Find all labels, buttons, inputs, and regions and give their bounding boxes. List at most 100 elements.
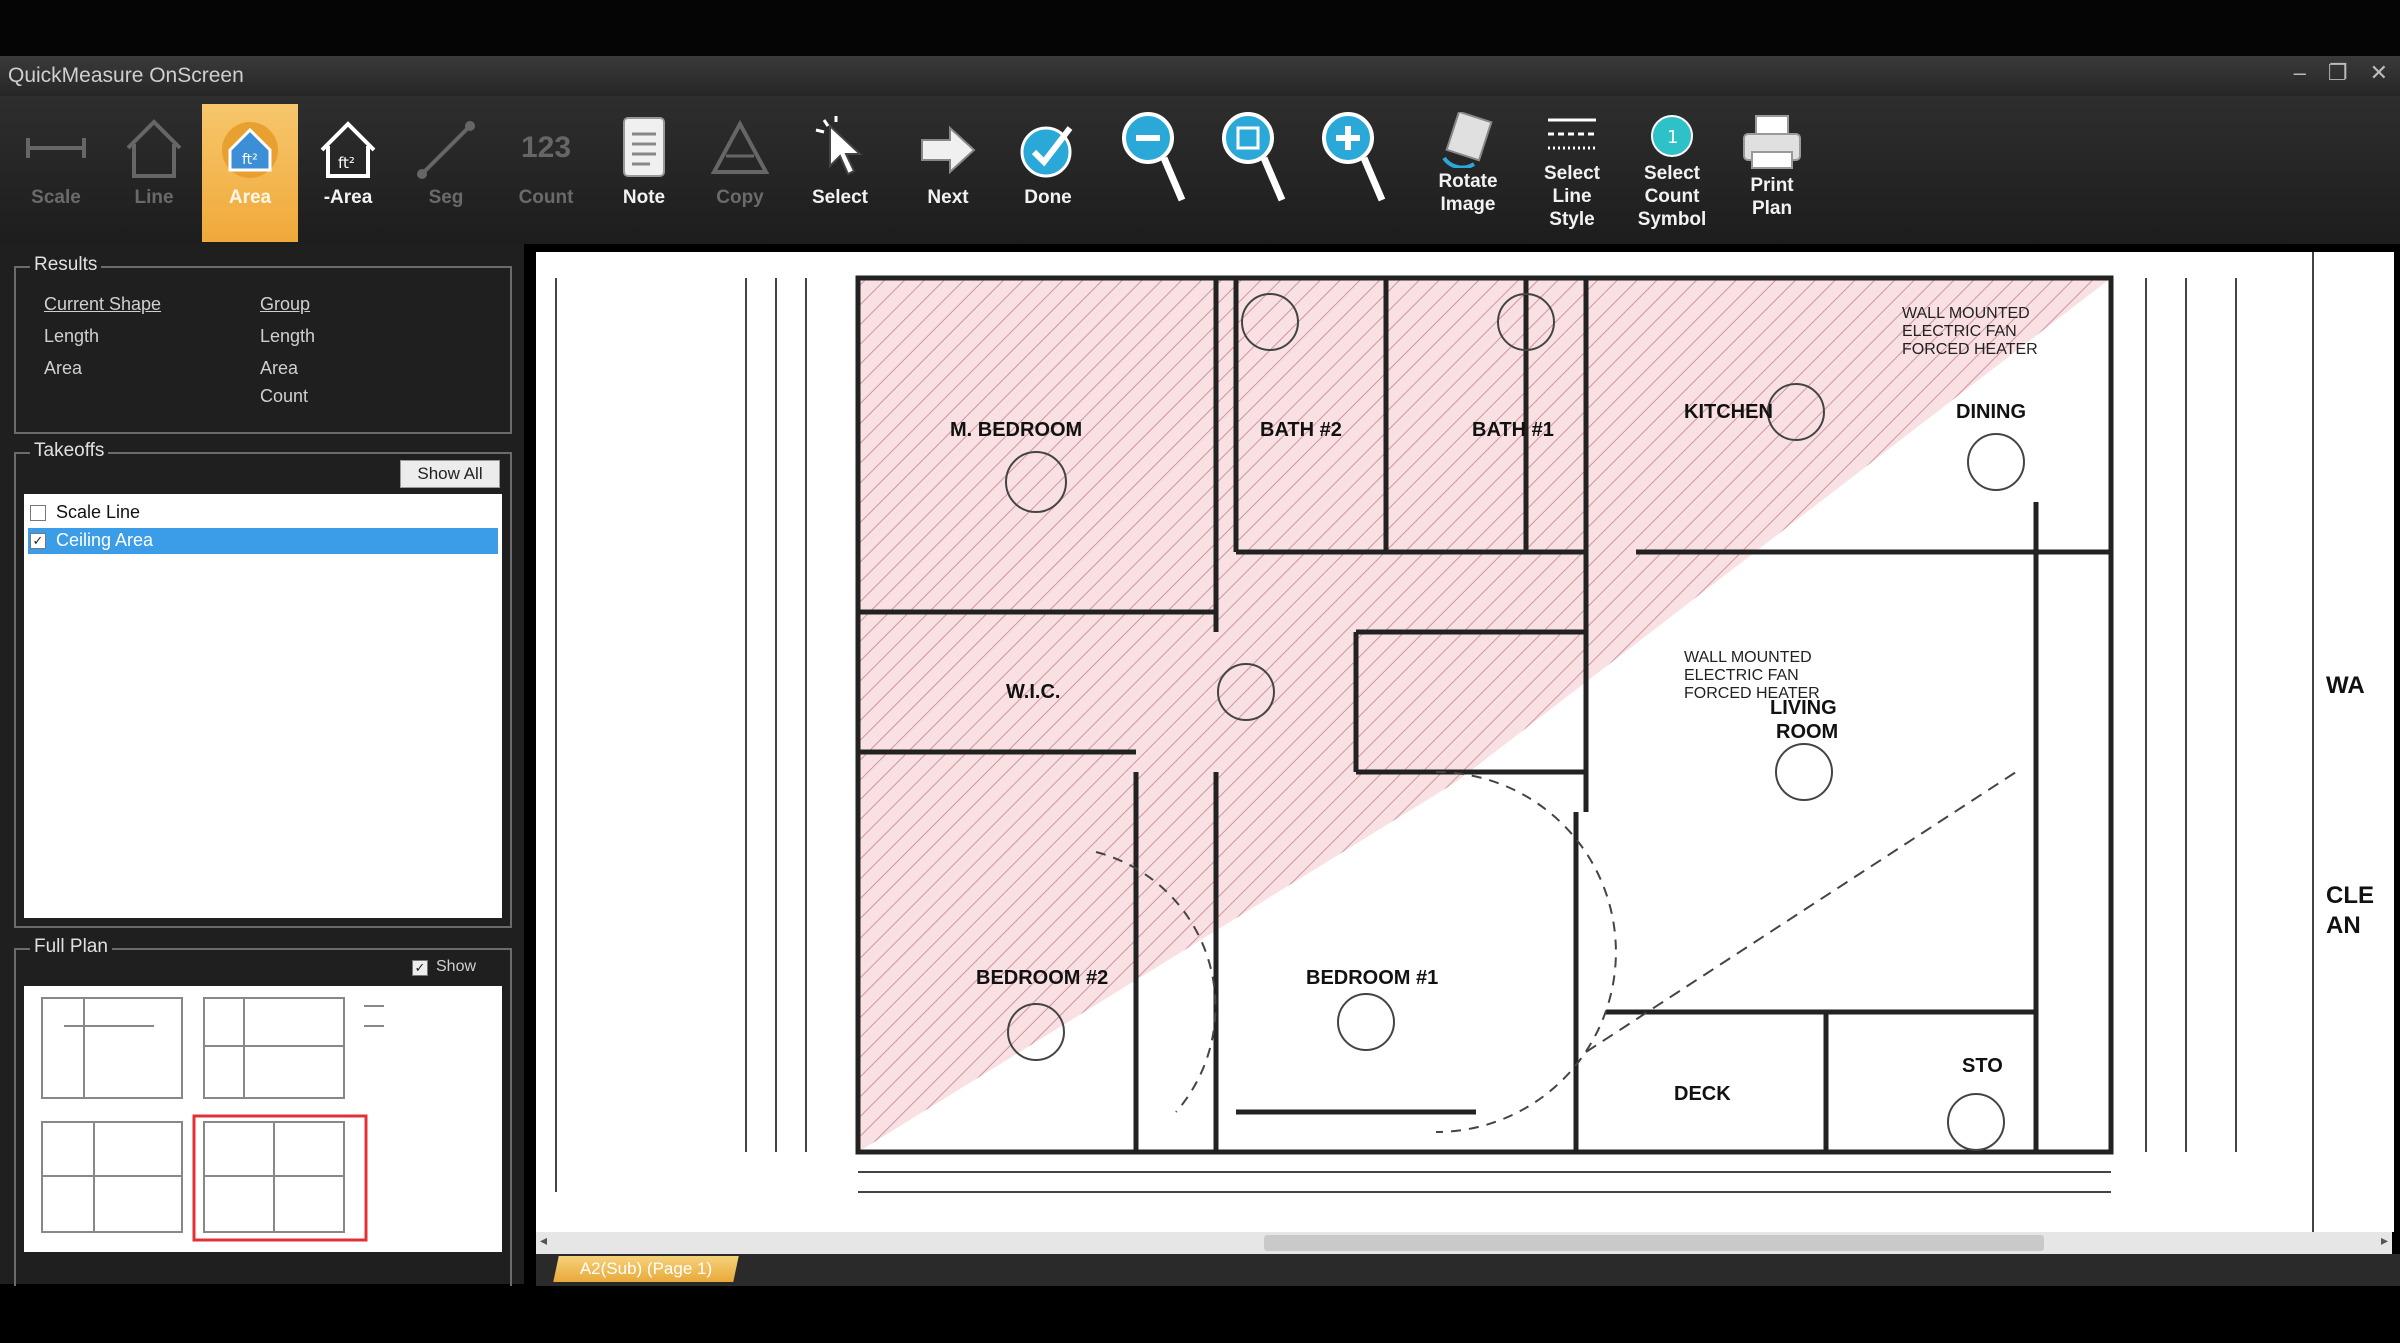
segment-icon bbox=[417, 121, 475, 179]
room-bath2: BATH #2 bbox=[1260, 419, 1342, 441]
count-icon: 123 bbox=[520, 131, 572, 164]
scroll-right-icon[interactable]: ▸ bbox=[2381, 1232, 2388, 1249]
note-label: Note bbox=[622, 187, 666, 208]
zoom-in-icon bbox=[1322, 112, 1386, 202]
room-bedroom1: BEDROOM #1 bbox=[1306, 967, 1438, 989]
group-header[interactable]: Group bbox=[260, 294, 310, 315]
zoom-fit-button[interactable] bbox=[1206, 104, 1302, 242]
rotate-label-1: Rotate bbox=[1438, 171, 1498, 192]
plan-viewer[interactable]: M. BEDROOM BATH #2 BATH #1 KITCHEN DININ… bbox=[536, 252, 2312, 1232]
scs-label-3: Symbol bbox=[1637, 209, 1707, 230]
done-check-icon bbox=[1020, 126, 1073, 178]
print-plan-button[interactable]: Print Plan bbox=[1722, 104, 1822, 242]
group-length-label: Length bbox=[260, 326, 316, 346]
horizontal-scrollbar[interactable]: ◂ ▸ bbox=[536, 1232, 2392, 1254]
show-checkbox[interactable]: ✓ bbox=[412, 960, 428, 976]
ribbon-toolbar: Scale Line ft² Area ft² -Area Seg 123 Co… bbox=[0, 96, 2400, 244]
strip-text-wa: WA bbox=[2326, 672, 2365, 699]
room-dining: DINING bbox=[1956, 401, 2026, 423]
sheet-tab-strip: A2(Sub) (Page 1) bbox=[536, 1254, 2400, 1286]
list-item[interactable]: Scale Line bbox=[28, 500, 498, 526]
show-all-button[interactable]: Show All bbox=[400, 460, 500, 488]
list-item-label: Ceiling Area bbox=[56, 530, 154, 550]
current-area-label: Area bbox=[44, 358, 83, 378]
svg-text:ft²: ft² bbox=[242, 152, 258, 168]
close-icon[interactable]: ✕ bbox=[2370, 60, 2388, 86]
minus-area-label: -Area bbox=[323, 187, 373, 208]
next-label: Next bbox=[927, 187, 969, 208]
left-panel: Results Current Shape Group Length Area … bbox=[0, 244, 524, 1288]
copy-button[interactable]: Copy bbox=[692, 104, 788, 242]
full-plan-title: Full Plan bbox=[30, 936, 112, 958]
scale-line-checkbox[interactable] bbox=[30, 505, 46, 521]
full-plan-group: Full Plan ✓ Show bbox=[14, 936, 512, 1288]
room-wic: W.I.C. bbox=[1006, 681, 1060, 703]
results-title: Results bbox=[30, 254, 102, 276]
line-style-icon bbox=[1548, 118, 1596, 150]
sls-label-1: Select bbox=[1544, 163, 1600, 184]
print-label-1: Print bbox=[1750, 175, 1794, 196]
seg-label: Seg bbox=[428, 187, 464, 208]
note-forced-heater: FORCED HEATER bbox=[1902, 341, 2038, 358]
room-kitchen: KITCHEN bbox=[1684, 401, 1773, 423]
note-wall-mounted-2: WALL MOUNTED bbox=[1684, 649, 1812, 666]
current-length-label: Length bbox=[44, 326, 100, 346]
scs-label-1: Select bbox=[1644, 163, 1700, 184]
count-button[interactable]: 123 Count bbox=[498, 104, 594, 242]
select-count-symbol-button[interactable]: 1 Select Count Symbol bbox=[1622, 104, 1722, 242]
current-shape-header[interactable]: Current Shape bbox=[44, 294, 161, 315]
next-arrow-icon bbox=[921, 125, 976, 175]
line-house-icon bbox=[126, 119, 182, 178]
room-bath1: BATH #1 bbox=[1472, 419, 1554, 441]
minimize-icon[interactable]: – bbox=[2294, 60, 2306, 86]
note-wall-mounted: WALL MOUNTED bbox=[1902, 305, 2030, 322]
copy-icon bbox=[710, 119, 770, 174]
scrollbar-thumb[interactable] bbox=[1264, 1235, 2044, 1251]
sheet-tab[interactable]: A2(Sub) (Page 1) bbox=[553, 1256, 739, 1282]
scale-button[interactable]: Scale bbox=[8, 104, 104, 242]
window-title: QuickMeasure OnScreen bbox=[8, 64, 244, 87]
list-item[interactable]: ✓ Ceiling Area bbox=[28, 528, 498, 554]
seg-button[interactable]: Seg bbox=[398, 104, 494, 242]
room-sto: STO bbox=[1962, 1055, 2003, 1077]
line-button[interactable]: Line bbox=[106, 104, 202, 242]
scale-icon bbox=[26, 138, 86, 158]
plan-thumbnail[interactable] bbox=[24, 986, 502, 1252]
strip-text-cle: CLE bbox=[2326, 882, 2374, 909]
minus-area-button[interactable]: ft² -Area bbox=[300, 104, 396, 242]
line-label: Line bbox=[134, 187, 174, 208]
select-button[interactable]: Select bbox=[792, 104, 888, 242]
zoom-fit-icon bbox=[1222, 112, 1286, 202]
count-label: Count bbox=[518, 187, 574, 208]
scroll-left-icon[interactable]: ◂ bbox=[540, 1232, 547, 1249]
zoom-out-button[interactable] bbox=[1106, 104, 1202, 242]
print-label-2: Plan bbox=[1751, 198, 1793, 219]
note-electric-fan-2: ELECTRIC FAN bbox=[1684, 667, 1799, 684]
room-deck: DECK bbox=[1674, 1083, 1731, 1105]
done-button[interactable]: Done bbox=[1000, 104, 1096, 242]
scale-label: Scale bbox=[31, 187, 81, 208]
note-electric-fan: ELECTRIC FAN bbox=[1902, 323, 2017, 340]
room-living-2: ROOM bbox=[1776, 721, 1838, 743]
next-button[interactable]: Next bbox=[900, 104, 996, 242]
done-label: Done bbox=[1024, 187, 1072, 208]
takeoffs-list: Scale Line ✓ Ceiling Area bbox=[24, 494, 502, 918]
svg-text:1: 1 bbox=[1667, 127, 1678, 148]
floor-plan-drawing: M. BEDROOM BATH #2 BATH #1 KITCHEN DININ… bbox=[555, 275, 2237, 1193]
rotate-label-2: Image bbox=[1440, 194, 1496, 215]
room-m-bedroom: M. BEDROOM bbox=[950, 419, 1082, 441]
area-button[interactable]: ft² Area bbox=[202, 104, 298, 242]
ceiling-area-checkbox[interactable]: ✓ bbox=[30, 533, 46, 549]
area-label: Area bbox=[228, 187, 272, 208]
printer-icon bbox=[1743, 115, 1801, 169]
maximize-icon[interactable]: ❐ bbox=[2328, 60, 2348, 86]
sls-label-3: Style bbox=[1549, 209, 1595, 230]
select-line-style-button[interactable]: Select Line Style bbox=[1522, 104, 1622, 242]
copy-label: Copy bbox=[716, 187, 764, 208]
sheet-tab-label: A2(Sub) (Page 1) bbox=[579, 1259, 713, 1278]
takeoffs-title: Takeoffs bbox=[30, 440, 109, 462]
minus-area-house-icon: ft² bbox=[320, 121, 376, 178]
note-button[interactable]: Note bbox=[596, 104, 692, 242]
rotate-image-button[interactable]: Rotate Image bbox=[1418, 104, 1518, 242]
zoom-in-button[interactable] bbox=[1306, 104, 1402, 242]
